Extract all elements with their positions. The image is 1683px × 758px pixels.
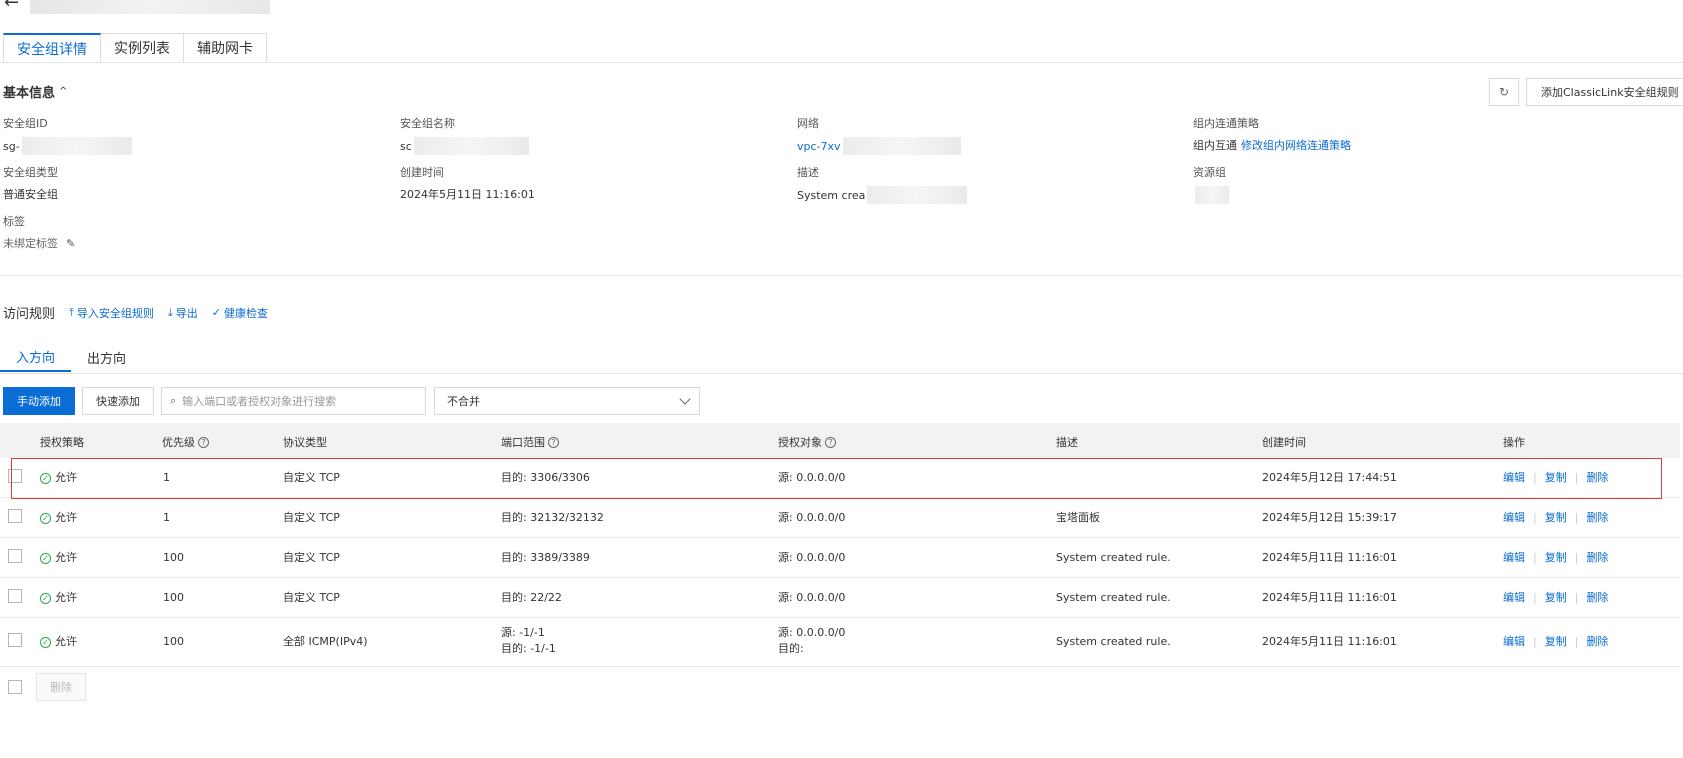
table-row: ✓ 允许 100 自定义 TCP 目的: 22/22 源: 0.0.0.0/0 S… [0,578,1680,618]
search-input[interactable] [182,394,413,408]
info-description: 描述 System crea [797,164,1187,204]
sg-name-value: sc [400,137,790,155]
info-sg-id: 安全组ID sg- [3,115,393,155]
arrow-left-icon[interactable]: ← [4,0,19,13]
merge-select-value: 不合并 [447,395,480,408]
edit-link[interactable]: 编辑 [1503,634,1525,650]
tab-sg-details[interactable]: 安全组详情 [3,33,101,63]
info-created: 创建时间 2024年5月11日 11:16:01 [400,164,790,202]
section-divider [0,275,1683,276]
table-header: 授权策略 优先级? 协议类型 端口范围? 授权对象? 描述 创建时间 操作 [0,423,1680,458]
highlight-box [11,458,1662,499]
bulk-delete-button[interactable]: 删除 [36,673,86,701]
chevron-up-icon[interactable]: ^ [59,86,67,97]
delete-link[interactable]: 删除 [1586,550,1608,566]
table-row: ✓ 允许 100 自定义 TCP 目的: 3389/3389 源: 0.0.0.0… [0,538,1680,578]
tags-value: 未绑定标签 ✎ [3,236,76,251]
vpc-link[interactable]: vpc-7xv [797,137,1187,155]
table-row: ✓ 允许 100 全部 ICMP(IPv4) 源: -1/-1 目的: -1/-1 … [0,618,1680,667]
check-circle-icon: ✓ [40,636,51,648]
download-icon: ⤓ [167,305,173,319]
tab-secondary-eni[interactable]: 辅助网卡 [184,33,267,63]
rules-title: 访问规则 [3,307,56,322]
rule-search: ⌕ [161,387,426,415]
help-icon[interactable]: ? [548,436,559,448]
info-intra-policy: 组内连通策略 组内互通 修改组内网络连通策略 [1193,115,1583,153]
check-circle-icon: ✓ [40,512,51,524]
quick-add-button[interactable]: 快速添加 [82,387,154,415]
tab-instance-list[interactable]: 实例列表 [101,33,184,63]
copy-link[interactable]: 复制 [1545,550,1567,566]
row-checkbox[interactable] [8,589,22,603]
edit-link[interactable]: 编辑 [1503,550,1525,566]
sg-id-value: sg- [3,137,393,155]
refresh-icon: ↻ [1498,85,1510,99]
tab-inbound[interactable]: 入方向 [0,342,72,372]
tabs-divider [0,62,1683,63]
delete-link[interactable]: 删除 [1586,634,1608,650]
col-port: 端口范围? [501,434,559,450]
check-circle-icon: ✓ [40,592,51,604]
help-icon[interactable]: ? [825,436,836,448]
copy-link[interactable]: 复制 [1545,590,1567,606]
chevron-down-icon [679,393,691,405]
page-title-redacted [30,0,270,14]
upload-icon: ⤒ [69,305,74,319]
sg-type-value: 普通安全组 [3,188,58,201]
manual-add-button[interactable]: 手动添加 [3,387,75,415]
select-all-checkbox[interactable] [8,680,22,694]
tab-outbound[interactable]: 出方向 [71,342,142,372]
export-link[interactable]: ⤓ 导出 [168,305,198,321]
edit-link[interactable]: 编辑 [1503,590,1525,606]
col-desc: 描述 [1056,436,1078,449]
detail-tabs: 安全组详情 实例列表 辅助网卡 [3,33,267,63]
description-value: System crea [797,186,1187,204]
help-icon[interactable]: ? [198,436,209,448]
copy-link[interactable]: 复制 [1545,510,1567,526]
health-check-link[interactable]: ✓ 健康检查 [212,305,268,321]
import-rules-link[interactable]: ⤒ 导入安全组规则 [69,305,154,321]
info-resource-group: 资源组 [1193,164,1583,204]
add-classiclink-rule-button[interactable]: 添加ClassicLink安全组规则 [1526,78,1683,106]
direction-tabs: 入方向 出方向 [0,342,142,372]
basic-info-title[interactable]: 基本信息 ^ [3,82,67,101]
col-auth: 授权对象? [778,434,836,450]
modify-intra-policy-link[interactable]: 修改组内网络连通策略 [1241,137,1351,153]
row-checkbox[interactable] [8,549,22,563]
col-priority: 优先级? [162,434,209,450]
info-network: 网络 vpc-7xv [797,115,1187,155]
col-protocol: 协议类型 [283,436,327,449]
created-value: 2024年5月11日 11:16:01 [400,188,535,201]
delete-link[interactable]: 删除 [1586,510,1608,526]
col-policy: 授权策略 [40,436,84,449]
col-created: 创建时间 [1262,436,1306,449]
delete-link[interactable]: 删除 [1586,590,1608,606]
copy-link[interactable]: 复制 [1545,634,1567,650]
direction-divider [0,373,1683,374]
info-tags: 标签 未绑定标签 ✎ [3,213,393,251]
row-checkbox[interactable] [8,633,22,647]
edit-icon[interactable]: ✎ [66,237,75,250]
refresh-button[interactable]: ↻ [1489,78,1519,106]
search-icon: ⌕ [170,394,177,407]
resource-group-value [1193,186,1583,204]
row-checkbox[interactable] [8,509,22,523]
info-sg-name: 安全组名称 sc [400,115,790,155]
check-shield-icon: ✓ [211,306,221,319]
col-actions: 操作 [1503,436,1525,449]
rules-toolbar: 访问规则 ⤒ 导入安全组规则 ⤓ 导出 ✓ 健康检查 [3,303,268,323]
table-row: ✓ 允许 1 自定义 TCP 目的: 32132/32132 源: 0.0.0.0… [0,498,1680,538]
basic-info-label: 基本信息 [3,86,56,101]
check-circle-icon: ✓ [40,552,51,564]
intra-policy-value: 组内互通 修改组内网络连通策略 [1193,137,1351,153]
edit-link[interactable]: 编辑 [1503,510,1525,526]
merge-select[interactable]: 不合并 [434,387,700,415]
info-sg-type: 安全组类型 普通安全组 [3,164,393,202]
